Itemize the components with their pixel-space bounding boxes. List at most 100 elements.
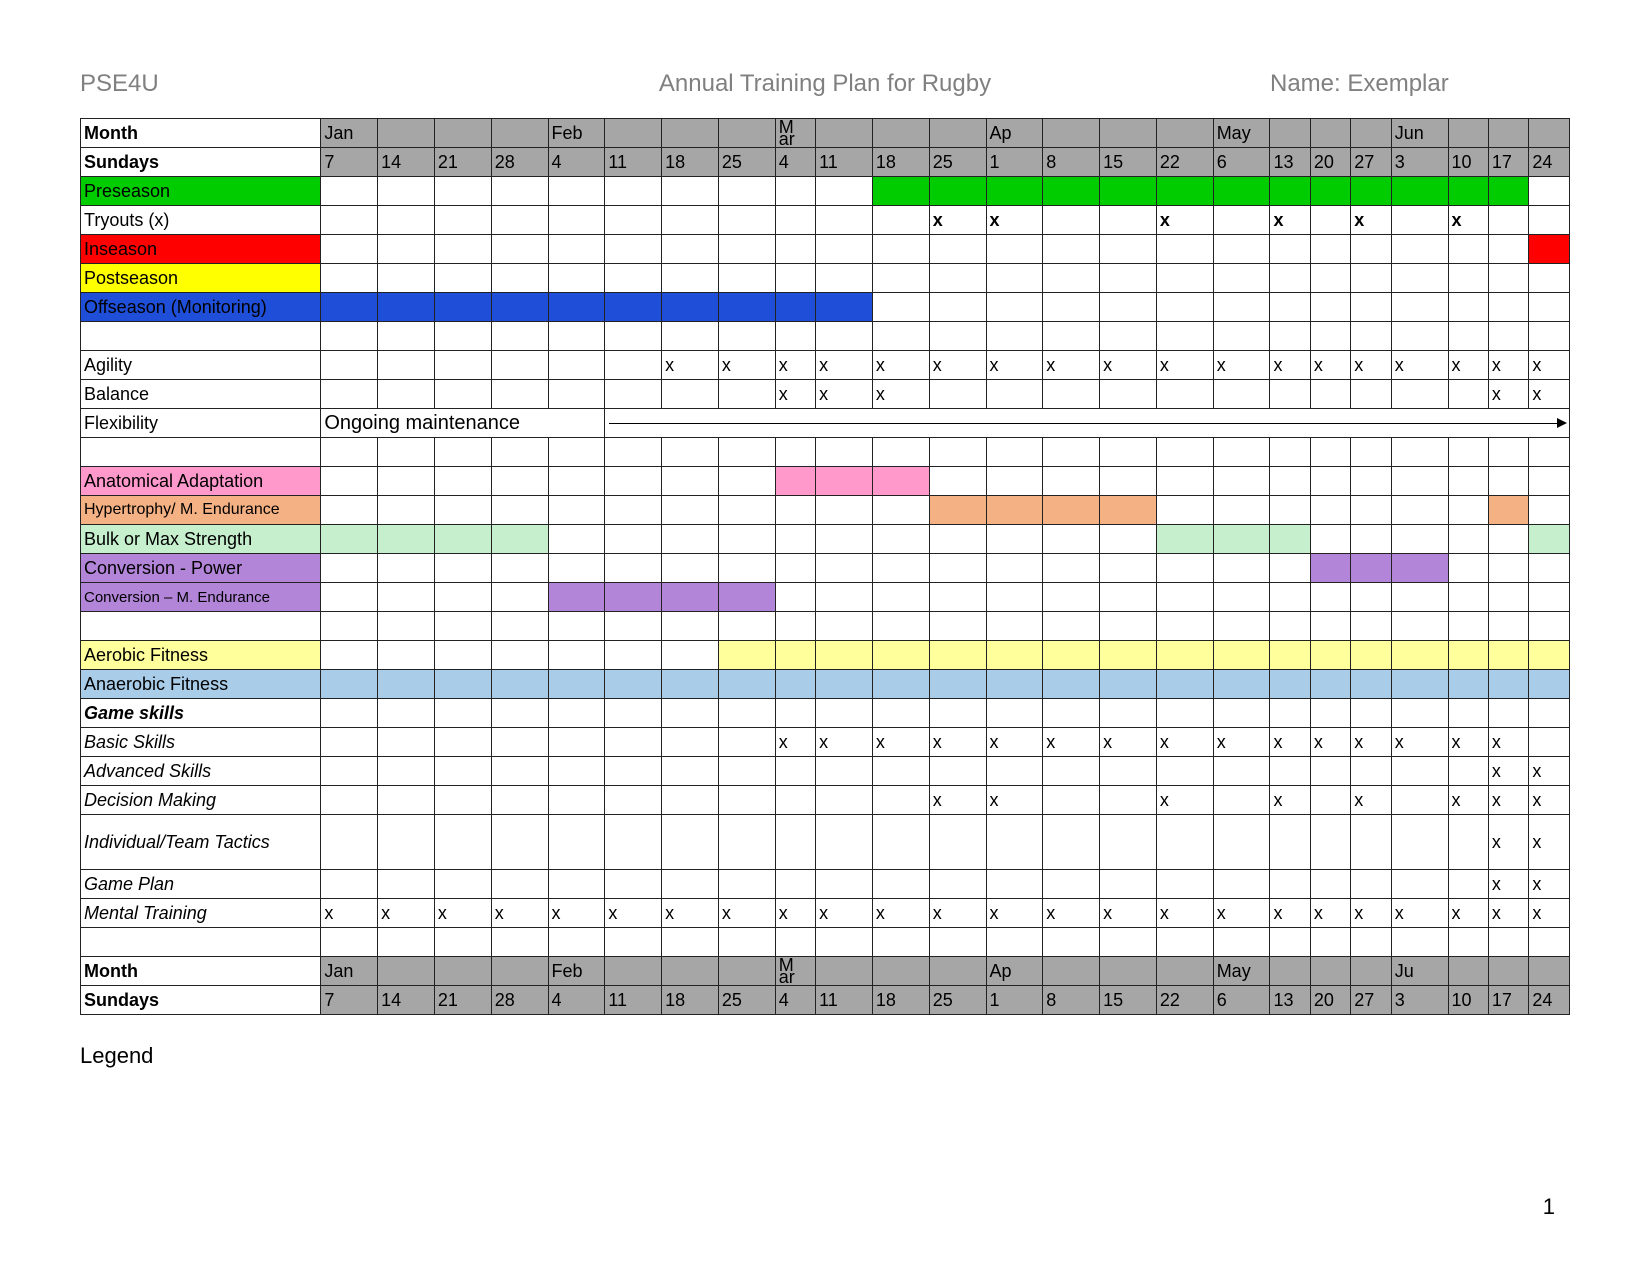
cell	[605, 583, 662, 612]
cell	[1310, 293, 1350, 322]
cell: x	[1270, 728, 1310, 757]
cell	[321, 728, 378, 757]
cell	[1391, 380, 1448, 409]
cell	[1213, 928, 1270, 957]
row-label: Postseason	[81, 264, 321, 293]
cell	[491, 177, 548, 206]
cell	[1391, 786, 1448, 815]
cell	[1391, 496, 1448, 525]
cell	[378, 206, 435, 235]
cell	[1100, 815, 1157, 870]
cell	[1270, 612, 1310, 641]
cell	[491, 928, 548, 957]
cell: x	[1488, 899, 1528, 928]
cell	[548, 870, 605, 899]
cell	[321, 525, 378, 554]
cell	[662, 757, 719, 786]
cell	[1488, 206, 1528, 235]
month-cell	[1529, 119, 1570, 148]
cell: x	[1270, 351, 1310, 380]
cell	[1391, 554, 1448, 583]
cell	[548, 728, 605, 757]
cell	[548, 351, 605, 380]
cell	[1213, 293, 1270, 322]
cell	[816, 815, 873, 870]
month-cell	[605, 957, 662, 986]
cell	[662, 870, 719, 899]
cell	[548, 496, 605, 525]
cell	[1270, 264, 1310, 293]
date-cell: 18	[872, 148, 929, 177]
date-cell: 15	[1100, 148, 1157, 177]
cell	[1156, 554, 1213, 583]
cell	[1529, 728, 1570, 757]
cell	[1100, 554, 1157, 583]
cell	[605, 786, 662, 815]
cell	[1100, 786, 1157, 815]
cell: x	[816, 899, 873, 928]
cell	[1351, 525, 1391, 554]
cell	[434, 786, 491, 815]
date-cell: 11	[605, 986, 662, 1015]
cell	[775, 293, 815, 322]
cell	[662, 699, 719, 728]
month-cell	[434, 119, 491, 148]
cell: x	[929, 351, 986, 380]
cell: x	[491, 899, 548, 928]
cell	[605, 235, 662, 264]
cell: x	[1156, 206, 1213, 235]
cell	[1100, 641, 1157, 670]
cell	[775, 264, 815, 293]
date-cell: 4	[775, 986, 815, 1015]
cell	[1043, 264, 1100, 293]
cell	[718, 928, 775, 957]
cell	[775, 641, 815, 670]
cell	[1351, 641, 1391, 670]
legend-heading: Legend	[80, 1043, 1570, 1069]
cell	[816, 467, 873, 496]
cell	[662, 641, 719, 670]
cell	[378, 293, 435, 322]
cell	[1213, 235, 1270, 264]
cell	[548, 525, 605, 554]
cell	[1391, 177, 1448, 206]
cell	[1156, 928, 1213, 957]
row-label	[81, 438, 321, 467]
cell	[718, 786, 775, 815]
cell	[986, 525, 1043, 554]
date-cell: 22	[1156, 148, 1213, 177]
cell: x	[1100, 728, 1157, 757]
cell	[1100, 293, 1157, 322]
cell	[1351, 467, 1391, 496]
cell	[662, 293, 719, 322]
cell	[1270, 583, 1310, 612]
cell	[1043, 177, 1100, 206]
cell	[1391, 641, 1448, 670]
date-cell: 27	[1351, 986, 1391, 1015]
cell	[321, 293, 378, 322]
cell: x	[1213, 899, 1270, 928]
date-cell: 28	[491, 148, 548, 177]
cell	[872, 870, 929, 899]
cell	[1351, 757, 1391, 786]
cell	[1351, 264, 1391, 293]
cell	[434, 177, 491, 206]
cell	[816, 496, 873, 525]
cell	[1270, 815, 1310, 870]
page-title: Annual Training Plan for Rugby	[380, 70, 1270, 98]
cell	[1156, 870, 1213, 899]
cell	[1100, 670, 1157, 699]
cell: x	[1270, 786, 1310, 815]
cell	[321, 496, 378, 525]
cell	[718, 870, 775, 899]
cell	[1351, 583, 1391, 612]
cell	[1391, 583, 1448, 612]
date-cell: 21	[434, 986, 491, 1015]
cell	[1448, 264, 1488, 293]
cell	[929, 293, 986, 322]
cell	[491, 293, 548, 322]
cell: x	[816, 380, 873, 409]
cell	[321, 815, 378, 870]
cell	[1213, 583, 1270, 612]
cell	[986, 928, 1043, 957]
